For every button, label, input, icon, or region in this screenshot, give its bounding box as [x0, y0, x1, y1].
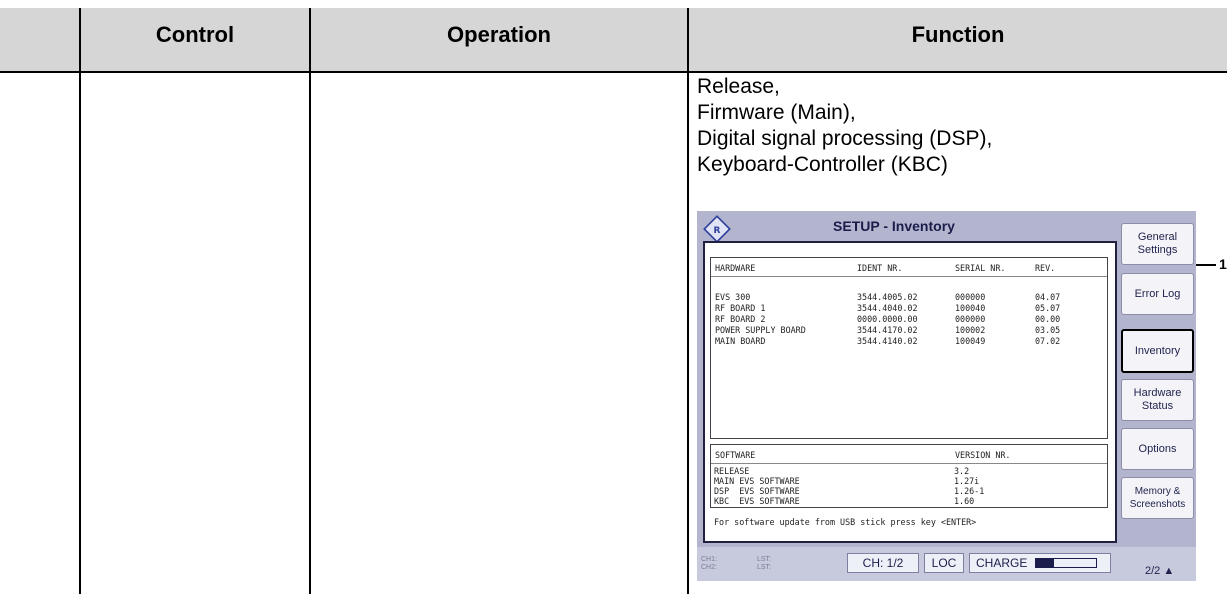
page-indicator[interactable]: 2/2 ▲ — [1145, 565, 1174, 577]
inventory-panel: HARDWARE IDENT NR. SERIAL NR. REV. EVS 3… — [703, 241, 1117, 543]
cell: 00.00 — [1035, 314, 1061, 324]
inventory-button[interactable]: Inventory — [1121, 329, 1194, 373]
serial-col-label: SERIAL NR. — [955, 263, 1006, 273]
function-line: Digital signal processing (DSP), — [697, 127, 993, 150]
software-col-label: SOFTWARE — [715, 450, 756, 460]
header-rule — [0, 71, 1227, 73]
cell: 100002 — [955, 325, 986, 335]
cell: 100040 — [955, 303, 986, 313]
hardware-col-label: HARDWARE — [715, 263, 756, 273]
cell: 3544.4170.02 — [857, 325, 918, 335]
lst1-label: LST: — [757, 556, 772, 563]
column-divider — [309, 8, 311, 594]
cell: 3544.4005.02 — [857, 292, 918, 302]
software-rows: RELEASE 3.2 MAIN EVS SOFTWARE 1.27i DSP … — [711, 464, 1107, 508]
function-description: Release, Firmware (Main), Digital signal… — [697, 74, 992, 178]
cell: RF BOARD 2 — [715, 314, 766, 324]
function-line: Release, — [697, 75, 780, 98]
hardware-status-button[interactable]: Hardware Status — [1121, 379, 1194, 421]
header-function: Function — [911, 22, 1005, 47]
rev-col-label: REV. — [1035, 263, 1056, 273]
cell: 100049 — [955, 336, 986, 346]
cell: 07.02 — [1035, 336, 1061, 346]
charge-fill — [1036, 559, 1055, 567]
ch2-label: CH2: — [701, 564, 717, 571]
cell: RF BOARD 1 — [715, 303, 766, 313]
loc-indicator: LOC — [924, 553, 964, 573]
cell: 1.60 — [954, 496, 975, 506]
callout-number: 1 — [1219, 256, 1227, 272]
rohde-schwarz-logo-icon: R — [703, 215, 731, 243]
device-screenshot: R SETUP - Inventory HARDWARE IDENT NR. S… — [697, 211, 1196, 581]
divider — [711, 276, 1107, 277]
version-col-label: VERSION NR. — [955, 450, 1011, 460]
channel-indicator: CH: 1/2 — [847, 553, 919, 573]
cell: POWER SUPPLY BOARD — [715, 325, 806, 335]
hardware-table: HARDWARE IDENT NR. SERIAL NR. REV. EVS 3… — [710, 257, 1108, 439]
memory-screenshots-button[interactable]: Memory & Screenshots — [1121, 477, 1194, 519]
cell: 000000 — [955, 292, 986, 302]
callout-line — [1196, 264, 1216, 266]
options-button[interactable]: Options — [1121, 428, 1194, 470]
header-control: Control — [155, 22, 235, 47]
svg-text:R: R — [714, 226, 721, 236]
usb-update-hint: For software update from USB stick press… — [714, 517, 977, 527]
screen-title: SETUP - Inventory — [833, 218, 955, 234]
cell: 000000 — [955, 314, 986, 324]
function-line: Keyboard-Controller (KBC) — [697, 153, 948, 176]
column-divider — [79, 8, 81, 594]
cell: MAIN BOARD — [715, 336, 766, 346]
cell: 0000.0000.00 — [857, 314, 918, 324]
status-bar: CH1: CH2: LST: LST: CH: 1/2 LOC CHARGE 2… — [697, 547, 1196, 581]
cell: 04.07 — [1035, 292, 1061, 302]
cell: 3544.4040.02 — [857, 303, 918, 313]
function-line: Firmware (Main), — [697, 101, 856, 124]
charge-indicator: CHARGE — [969, 553, 1111, 573]
ident-col-label: IDENT NR. — [857, 263, 903, 273]
error-log-button[interactable]: Error Log — [1121, 273, 1194, 315]
cell: 05.07 — [1035, 303, 1061, 313]
cell: 3544.4140.02 — [857, 336, 918, 346]
cell: EVS 300 — [715, 292, 751, 302]
header-operation: Operation — [447, 22, 551, 47]
charge-bar — [1035, 558, 1098, 568]
lst2-label: LST: — [757, 564, 772, 571]
ch1-label: CH1: — [701, 556, 717, 563]
charge-label: CHARGE — [976, 556, 1028, 570]
cell: KBC EVS SOFTWARE — [714, 496, 800, 506]
cell: 03.05 — [1035, 325, 1061, 335]
column-divider — [687, 8, 689, 594]
general-settings-button[interactable]: General Settings — [1121, 223, 1194, 265]
